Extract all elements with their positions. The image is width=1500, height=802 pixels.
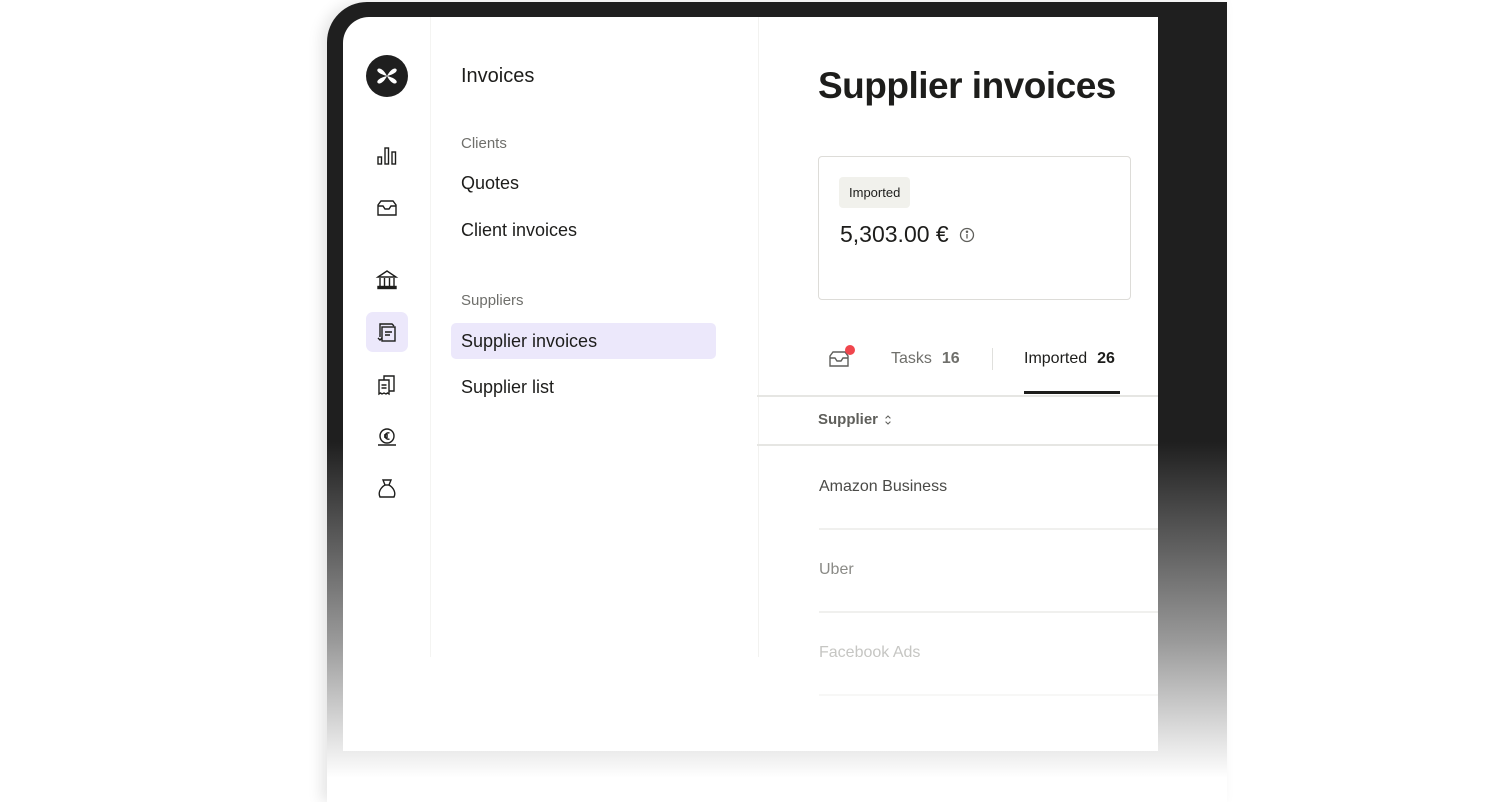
inbox-tray-icon — [377, 200, 397, 216]
rail-item-receipts[interactable] — [366, 365, 408, 405]
supplier-name: Amazon Business — [819, 478, 948, 495]
rail-item-inbox[interactable] — [366, 188, 408, 228]
table-row[interactable]: Facebook Ads — [819, 611, 1158, 696]
info-icon[interactable] — [959, 227, 975, 243]
submenu-item-client-invoices[interactable]: Client invoices — [451, 212, 716, 248]
summary-card: Imported 5,303.00 € — [818, 156, 1131, 300]
logo-icon — [377, 68, 397, 84]
supplier-name: Uber — [819, 561, 854, 578]
submenu-title: Invoices — [461, 65, 535, 87]
invoice-exchange-icon — [377, 323, 396, 342]
total-amount: 5,303.00 € — [840, 221, 975, 248]
column-label: Supplier — [818, 411, 879, 428]
rail-item-bank[interactable] — [366, 260, 408, 300]
rail-item-invoices[interactable] — [366, 312, 408, 352]
tab-tasks[interactable]: Tasks 16 — [891, 350, 960, 368]
rail-item-analytics[interactable] — [366, 136, 408, 176]
supplier-name: Facebook Ads — [819, 644, 921, 661]
main-content: Supplier invoices Imported 5,303.00 € Ta… — [757, 17, 1158, 751]
table-row[interactable]: Uber — [819, 528, 1158, 613]
tab-imported[interactable]: Imported 26 — [1024, 350, 1115, 368]
receipts-icon — [378, 375, 395, 396]
tab-count: 16 — [941, 350, 960, 367]
section-label-clients: Clients — [461, 135, 507, 152]
rail-item-funding[interactable] — [366, 469, 408, 509]
euro-coin-icon — [378, 428, 396, 446]
submenu-item-quotes[interactable]: Quotes — [451, 165, 716, 201]
status-badge: Imported — [839, 177, 911, 208]
column-header-supplier[interactable]: Supplier — [818, 411, 892, 428]
sort-icon — [885, 414, 891, 425]
tab-divider — [992, 348, 993, 370]
rail-item-payments[interactable] — [366, 417, 408, 457]
table-row[interactable]: Amazon Business — [819, 445, 1158, 530]
tab-bar: Tasks 16 Imported 26 — [757, 335, 1158, 397]
money-bag-icon — [378, 479, 396, 498]
bank-icon — [375, 270, 399, 290]
table-header: Supplier — [757, 397, 1158, 446]
amount-value: 5,303.00 € — [840, 221, 949, 247]
invoices-submenu: Invoices Clients Quotes Client invoices … — [430, 17, 759, 657]
active-tab-indicator — [1024, 391, 1120, 394]
app-screen: Invoices Clients Quotes Client invoices … — [343, 17, 1158, 751]
submenu-item-supplier-invoices[interactable]: Supplier invoices — [451, 323, 716, 359]
submenu-item-supplier-list[interactable]: Supplier list — [451, 369, 716, 405]
tab-count: 26 — [1097, 350, 1115, 367]
tab-label: Imported — [1024, 350, 1088, 367]
tab-inbox[interactable] — [827, 345, 855, 373]
tab-label: Tasks — [891, 350, 932, 367]
section-label-suppliers: Suppliers — [461, 292, 524, 309]
icon-rail — [343, 17, 430, 751]
notification-dot — [845, 345, 855, 355]
page-title: Supplier invoices — [818, 65, 1116, 106]
brand-logo[interactable] — [366, 55, 408, 97]
bar-chart-icon — [377, 147, 397, 165]
